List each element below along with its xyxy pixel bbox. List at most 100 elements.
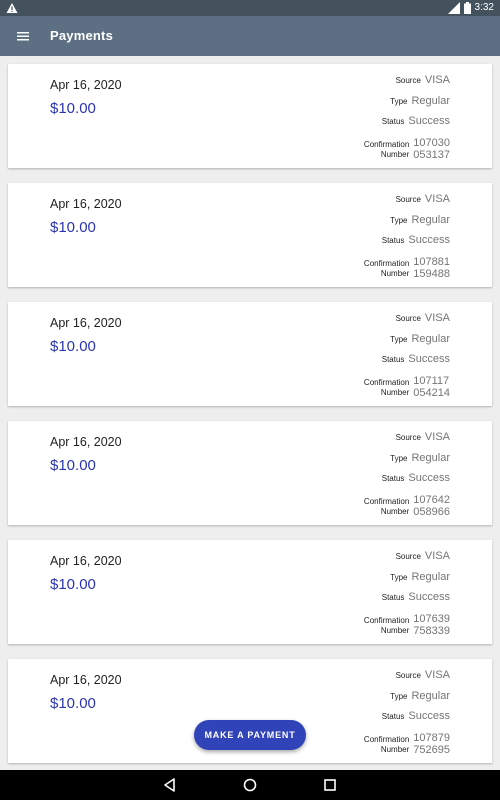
payment-amount: $10.00 [50, 576, 96, 593]
payment-date: Apr 16, 2020 [50, 316, 122, 330]
payment-details: Source VISA Type Regular Status Success Con… [270, 193, 450, 280]
confirmation-label-line1: Confirmation [363, 496, 410, 506]
confirmation-label-line1: Confirmation [363, 139, 410, 149]
source-label: Source [395, 314, 421, 323]
status-label: Status [381, 117, 405, 126]
confirmation-label-line1: Confirmation [363, 615, 410, 625]
back-icon[interactable] [161, 776, 179, 794]
warning-icon [6, 3, 18, 13]
source-value: VISA [424, 431, 450, 443]
payment-card[interactable]: Apr 16, 2020 $10.00 Source VISA Type Regul… [8, 421, 492, 525]
source-value: VISA [424, 312, 450, 324]
status-label: Status [381, 593, 405, 602]
payment-date: Apr 16, 2020 [50, 554, 122, 568]
confirmation-label-line2: Number [380, 388, 410, 397]
type-value: Regular [411, 570, 450, 583]
source-value: VISA [424, 669, 450, 681]
type-label: Type [390, 215, 408, 225]
payment-card[interactable]: Apr 16, 2020 $10.00 Source VISA Type Regul… [8, 302, 492, 406]
system-nav-bar [0, 770, 500, 800]
confirmation-value-line2: 752695 [413, 743, 450, 756]
confirmation-value-line2: 053137 [413, 148, 450, 161]
source-value: VISA [424, 550, 450, 562]
status-value: Success [408, 115, 450, 127]
status-value: Success [408, 591, 450, 603]
status-bar: 3:32 [0, 0, 500, 16]
status-label: Status [381, 236, 405, 245]
type-label: Type [390, 572, 408, 582]
status-time: 3:32 [474, 2, 494, 13]
signal-icon [447, 2, 460, 14]
confirmation-label-line2: Number [380, 507, 410, 516]
confirmation-value-line1: 107879 [413, 731, 450, 744]
status-label: Status [381, 712, 405, 721]
type-value: Regular [411, 451, 450, 464]
payment-date: Apr 16, 2020 [50, 673, 122, 687]
confirmation-value-line2: 758339 [413, 624, 450, 637]
recents-icon[interactable] [321, 776, 339, 794]
app-bar: Payments [0, 16, 500, 56]
confirmation-number: Confirmation Number 107030 053137 [270, 137, 450, 161]
confirmation-value-line2: 159488 [413, 267, 450, 280]
payment-details: Source VISA Type Regular Status Success Con… [270, 550, 450, 637]
source-label: Source [395, 671, 421, 680]
confirmation-number: Confirmation Number 107881 159488 [270, 256, 450, 280]
confirmation-value-line1: 107642 [413, 493, 450, 506]
confirmation-value-line2: 054214 [413, 386, 450, 399]
source-label: Source [395, 552, 421, 561]
payment-date: Apr 16, 2020 [50, 197, 122, 211]
payment-date: Apr 16, 2020 [50, 435, 122, 449]
confirmation-number: Confirmation Number 107117 054214 [270, 375, 450, 399]
confirmation-label-line1: Confirmation [363, 734, 410, 744]
payment-details: Source VISA Type Regular Status Success Con… [270, 74, 450, 161]
payment-amount: $10.00 [50, 338, 96, 355]
type-label: Type [390, 453, 408, 463]
status-value: Success [408, 472, 450, 484]
payment-amount: $10.00 [50, 695, 96, 712]
battery-icon [463, 2, 471, 14]
type-label: Type [390, 691, 408, 701]
type-value: Regular [411, 332, 450, 345]
payment-amount: $10.00 [50, 219, 96, 236]
type-label: Type [390, 334, 408, 344]
confirmation-number: Confirmation Number 107639 758339 [270, 613, 450, 637]
type-value: Regular [411, 94, 450, 107]
confirmation-value-line1: 107117 [413, 374, 450, 387]
status-value: Success [408, 234, 450, 246]
payment-card[interactable]: Apr 16, 2020 $10.00 Source VISA Type Regul… [8, 64, 492, 168]
payment-amount: $10.00 [50, 457, 96, 474]
page-title: Payments [50, 28, 114, 43]
payment-details: Source VISA Type Regular Status Success Con… [270, 431, 450, 518]
payments-list[interactable]: Apr 16, 2020 $10.00 Source VISA Type Regul… [0, 56, 500, 768]
source-value: VISA [424, 193, 450, 205]
payment-date: Apr 16, 2020 [50, 78, 122, 92]
source-value: VISA [424, 74, 450, 86]
source-label: Source [395, 76, 421, 85]
type-value: Regular [411, 689, 450, 702]
confirmation-value-line1: 107639 [413, 612, 450, 625]
source-label: Source [395, 195, 421, 204]
type-label: Type [390, 96, 408, 106]
source-label: Source [395, 433, 421, 442]
confirmation-value-line1: 107881 [413, 255, 450, 268]
hamburger-menu-icon[interactable] [13, 26, 33, 46]
confirmation-label-line2: Number [380, 269, 410, 278]
status-value: Success [408, 710, 450, 722]
confirmation-label-line2: Number [380, 745, 410, 754]
confirmation-number: Confirmation Number 107642 058966 [270, 494, 450, 518]
confirmation-label-line2: Number [380, 150, 410, 159]
home-icon[interactable] [241, 776, 259, 794]
confirmation-label-line1: Confirmation [363, 377, 410, 387]
confirmation-value-line2: 058966 [413, 505, 450, 518]
payment-card[interactable]: Apr 16, 2020 $10.00 Source VISA Type Regul… [8, 540, 492, 644]
status-label: Status [381, 355, 405, 364]
status-value: Success [408, 353, 450, 365]
payment-amount: $10.00 [50, 100, 96, 117]
confirmation-value-line1: 107030 [413, 136, 450, 149]
confirmation-label-line2: Number [380, 626, 410, 635]
payment-details: Source VISA Type Regular Status Success Con… [270, 312, 450, 399]
payment-card[interactable]: Apr 16, 2020 $10.00 Source VISA Type Regul… [8, 183, 492, 287]
make-a-payment-button[interactable]: MAKE A PAYMENT [194, 720, 306, 750]
status-label: Status [381, 474, 405, 483]
type-value: Regular [411, 213, 450, 226]
